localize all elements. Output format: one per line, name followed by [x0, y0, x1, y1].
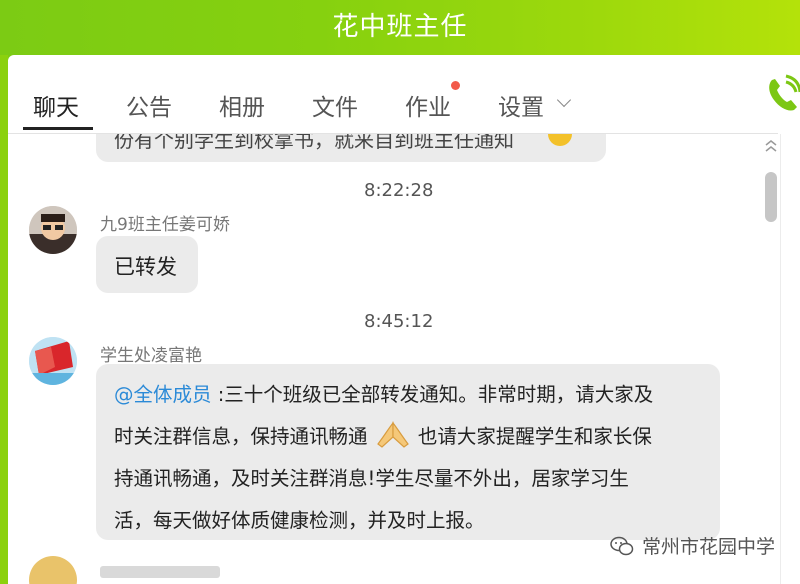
- avatar-flag-icon: [29, 337, 77, 385]
- message-bubble: 已转发: [96, 236, 198, 293]
- message-line: 活，每天做好体质健康检测，并及时上报。: [114, 509, 485, 532]
- partial-message-text: 份有个别学生到校拿书，就来自到班主任通知: [114, 134, 514, 152]
- sender-name-placeholder: [100, 566, 220, 578]
- tab-announcement[interactable]: 公告: [126, 88, 172, 122]
- tab-chat[interactable]: 聊天: [33, 88, 79, 122]
- message-line: @全体成员 :三十个班级已全部转发通知。非常时期，请大家及: [114, 378, 653, 407]
- tab-settings[interactable]: 设置: [498, 88, 544, 122]
- timestamp: 8:45:12: [364, 311, 434, 332]
- message-text: 时关注群信息，保持通讯畅通: [114, 425, 368, 448]
- homework-notification-dot: [451, 81, 460, 90]
- message-text: 也请大家提醒学生和家长保: [417, 425, 652, 448]
- timestamp: 8:22:28: [364, 180, 434, 201]
- tab-homework[interactable]: 作业: [405, 88, 451, 122]
- collapse-up-icon[interactable]: [764, 139, 778, 153]
- message-bubble-partial: 份有个别学生到校拿书，就来自到班主任通知: [96, 134, 606, 162]
- tab-album[interactable]: 相册: [219, 88, 265, 122]
- mention-all-link[interactable]: @全体成员: [114, 383, 212, 406]
- scrollbar-thumb[interactable]: [765, 172, 777, 222]
- wechat-icon: [610, 536, 634, 556]
- sender-name: 九9班主任姜可娇: [100, 215, 230, 235]
- avatar-portrait-icon: [29, 206, 77, 254]
- message-text: 已转发: [114, 255, 177, 279]
- title-bar: 花中班主任: [0, 0, 800, 60]
- message-line: 持通讯畅通，及时关注群消息!学生尽量不外出，居家学习生: [114, 467, 629, 490]
- window-title: 花中班主任: [332, 12, 468, 42]
- active-tab-indicator: [23, 127, 93, 130]
- avatar[interactable]: [29, 206, 77, 254]
- message-line: 时关注群信息，保持通讯畅通 也请大家提醒学生和家长保: [114, 420, 652, 450]
- message-bubble: @全体成员 :三十个班级已全部转发通知。非常时期，请大家及 时关注群信息，保持通…: [96, 364, 720, 540]
- avatar[interactable]: [29, 337, 77, 385]
- window-left-edge: [0, 55, 8, 584]
- chat-area[interactable]: 份有个别学生到校拿书，就来自到班主任通知 8:22:28 九9班主任姜可娇 已转…: [8, 134, 760, 584]
- avatar[interactable]: [29, 556, 77, 584]
- side-panel-edge: [780, 134, 800, 584]
- tab-files[interactable]: 文件: [312, 88, 358, 122]
- watermark-text: 常州市花园中学: [642, 536, 776, 558]
- praying-hands-icon: [376, 421, 409, 448]
- phone-call-icon[interactable]: [766, 74, 800, 114]
- message-text: :三十个班级已全部转发通知。非常时期，请大家及: [211, 383, 654, 406]
- sender-name: 学生处凌富艳: [100, 346, 202, 366]
